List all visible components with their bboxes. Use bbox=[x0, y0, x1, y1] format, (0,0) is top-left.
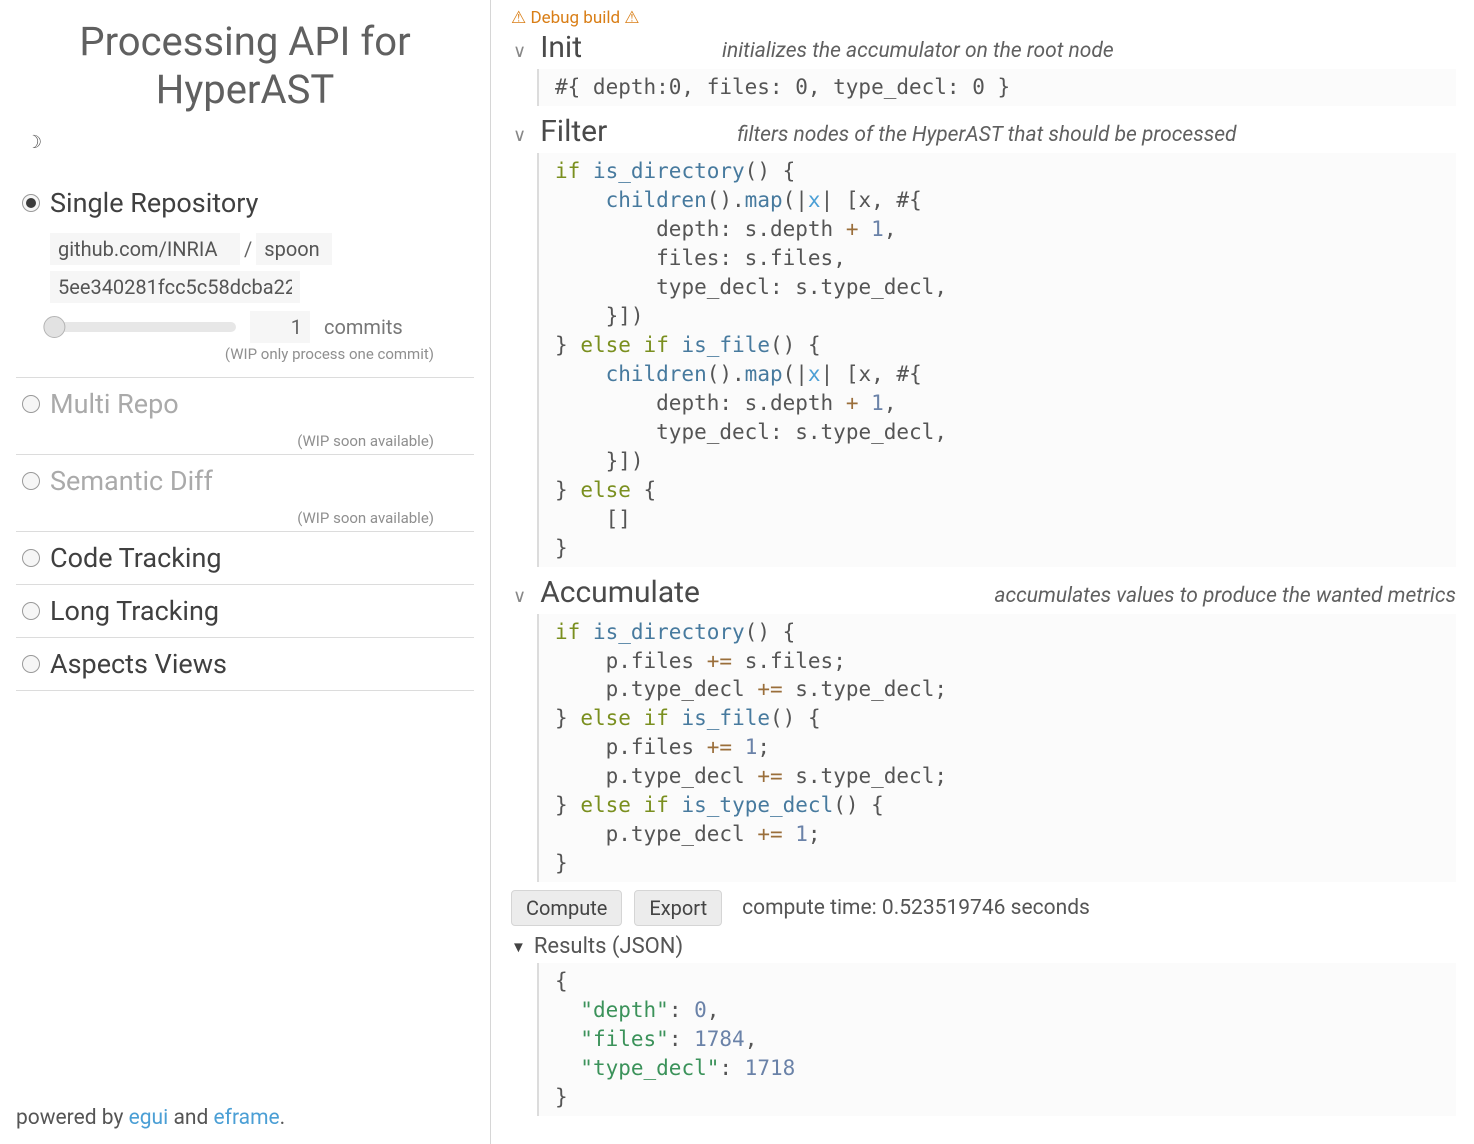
nav-multi-repo[interactable]: Multi Repo bbox=[16, 377, 474, 430]
nav-code-tracking[interactable]: Code Tracking bbox=[16, 531, 474, 584]
eframe-link[interactable]: eframe bbox=[214, 1106, 280, 1130]
accumulate-code-editor[interactable]: if is_directory() { p.files += s.files; … bbox=[537, 614, 1456, 883]
nav-long-tracking[interactable]: Long Tracking bbox=[16, 584, 474, 637]
compute-time-label: compute time: 0.523519746 seconds bbox=[742, 896, 1090, 920]
radio-icon bbox=[22, 655, 40, 673]
results-json: { "depth": 0, "files": 1784, "type_decl"… bbox=[537, 963, 1456, 1116]
nav-semantic-diff[interactable]: Semantic Diff bbox=[16, 454, 474, 507]
nav-aspects-views[interactable]: Aspects Views bbox=[16, 637, 474, 691]
section-filter: ∨ Filter filters nodes of the HyperAST t… bbox=[509, 114, 1456, 567]
commits-count-input[interactable] bbox=[250, 311, 310, 343]
section-desc: filters nodes of the HyperAST that shoul… bbox=[707, 123, 1236, 147]
section-accumulate: ∨ Accumulate accumulates values to produ… bbox=[509, 575, 1456, 883]
nav-label: Single Repository bbox=[50, 187, 258, 219]
single-repo-panel: / commits (WIP only process one commit) bbox=[16, 229, 474, 377]
wip-note: (WIP only process one commit) bbox=[50, 343, 474, 367]
footer: powered by egui and eframe. bbox=[16, 1106, 285, 1130]
results-header[interactable]: ▼ Results (JSON) bbox=[511, 934, 1456, 959]
app-title: Processing API for HyperAST bbox=[16, 18, 474, 114]
nav-label: Multi Repo bbox=[50, 388, 179, 420]
compute-button[interactable]: Compute bbox=[511, 890, 622, 926]
section-init: ∨ Init initializes the accumulator on th… bbox=[509, 30, 1456, 106]
section-title: Accumulate bbox=[540, 575, 700, 610]
footer-text: and bbox=[168, 1106, 213, 1130]
footer-text: powered by bbox=[16, 1106, 129, 1130]
debug-build-warning: ⚠ Debug build ⚠ bbox=[511, 8, 1456, 28]
radio-icon bbox=[22, 395, 40, 413]
main-panel: ⚠ Debug build ⚠ ∨ Init initializes the a… bbox=[491, 0, 1474, 1144]
section-desc: initializes the accumulator on the root … bbox=[692, 39, 1114, 63]
theme-toggle-icon[interactable]: ☽ bbox=[26, 132, 474, 153]
section-title: Filter bbox=[540, 114, 607, 149]
commits-slider[interactable] bbox=[50, 322, 236, 332]
repo-host-input[interactable] bbox=[50, 233, 240, 265]
nav-list: Single Repository / commits (WIP only pr… bbox=[16, 177, 474, 691]
nav-label: Long Tracking bbox=[50, 595, 219, 627]
commits-label: commits bbox=[324, 315, 403, 339]
section-toggle-icon[interactable]: ∨ bbox=[509, 125, 530, 146]
init-code-editor[interactable]: #{ depth:0, files: 0, type_decl: 0 } bbox=[537, 69, 1456, 106]
nav-label: Code Tracking bbox=[50, 542, 222, 574]
nav-label: Aspects Views bbox=[50, 648, 227, 680]
filter-code-editor[interactable]: if is_directory() { children().map(|x| [… bbox=[537, 153, 1456, 567]
commit-hash-input[interactable] bbox=[50, 271, 300, 303]
egui-link[interactable]: egui bbox=[129, 1106, 169, 1130]
radio-icon bbox=[22, 472, 40, 490]
repo-name-input[interactable] bbox=[256, 233, 332, 265]
results-title: Results (JSON) bbox=[534, 934, 683, 959]
footer-text: . bbox=[280, 1106, 286, 1130]
nav-single-repository[interactable]: Single Repository bbox=[16, 177, 474, 229]
action-row: Compute Export compute time: 0.523519746… bbox=[511, 890, 1456, 926]
slash: / bbox=[244, 237, 252, 261]
wip-note: (WIP soon available) bbox=[16, 507, 474, 531]
section-desc: accumulates values to produce the wanted… bbox=[964, 584, 1456, 608]
section-toggle-icon[interactable]: ∨ bbox=[509, 586, 530, 607]
export-button[interactable]: Export bbox=[634, 890, 722, 926]
disclosure-triangle-icon: ▼ bbox=[511, 938, 526, 956]
sidebar: Processing API for HyperAST ☽ Single Rep… bbox=[0, 0, 490, 1144]
radio-icon bbox=[22, 602, 40, 620]
section-toggle-icon[interactable]: ∨ bbox=[509, 41, 530, 62]
slider-thumb-icon bbox=[43, 316, 65, 338]
nav-label: Semantic Diff bbox=[50, 465, 213, 497]
wip-note: (WIP soon available) bbox=[16, 430, 474, 454]
radio-icon bbox=[22, 194, 40, 212]
radio-icon bbox=[22, 549, 40, 567]
section-title: Init bbox=[540, 30, 582, 65]
